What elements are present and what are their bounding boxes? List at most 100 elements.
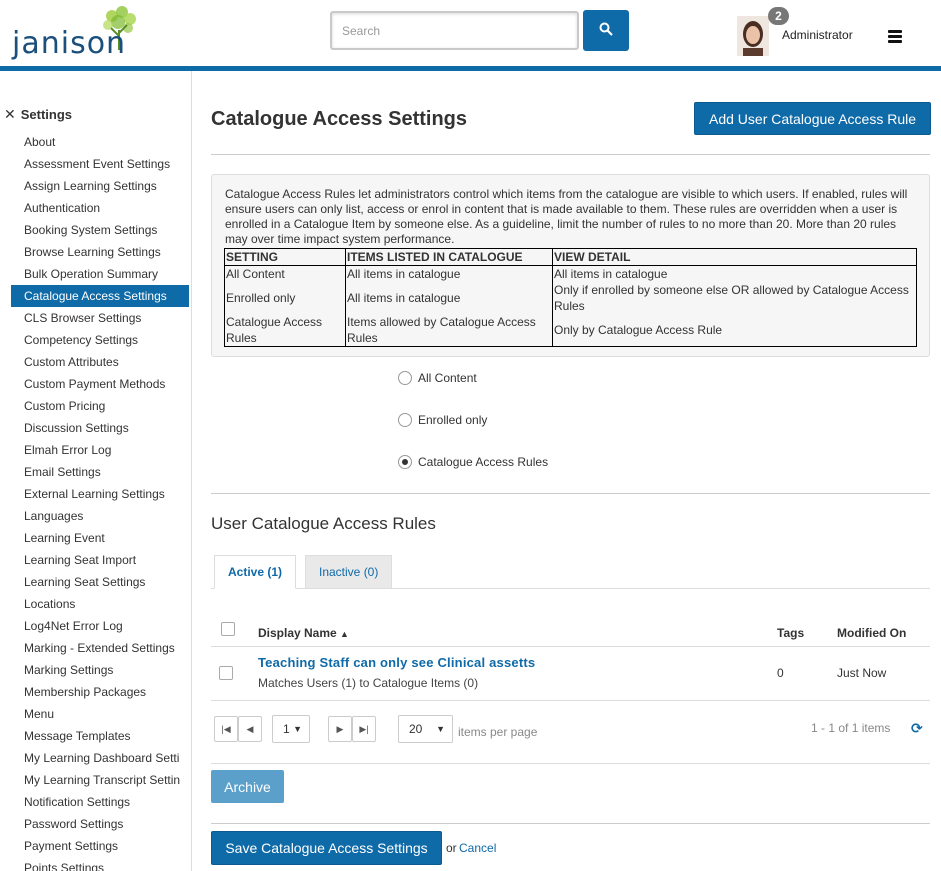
rule-name-link[interactable]: Teaching Staff can only see Clinical ass… [258,655,535,670]
cancel-link[interactable]: Cancel [459,841,496,855]
settings-sidebar: ✕ Settings About Assessment Event Settings… [0,71,192,871]
menu-icon[interactable] [888,30,902,44]
refresh-icon[interactable]: ⟳ [911,720,923,737]
page-size-select[interactable]: 20 ▼ [398,715,453,743]
sidebar-item[interactable]: Assessment Event Settings [0,153,191,175]
footer-divider [211,823,930,824]
sidebar-item[interactable]: My Learning Dashboard Setti [0,747,191,769]
or-text: or [446,841,457,855]
sidebar-item[interactable]: Log4Net Error Log [0,615,191,637]
sidebar-item[interactable]: Custom Payment Methods [0,373,191,395]
sidebar-item[interactable]: Learning Seat Import [0,549,191,571]
items-per-page-label: items per page [458,725,538,739]
add-rule-button[interactable]: Add User Catalogue Access Rule [694,102,931,135]
sidebar-item[interactable]: Locations [0,593,191,615]
first-page-icon[interactable]: |◀ [214,716,238,742]
janison-logo[interactable]: janison [10,6,145,62]
radio-label: Catalogue Access Rules [418,455,549,469]
sidebar-item[interactable]: Bulk Operation Summary [0,263,191,285]
table-cell: All items in catalogue [345,265,553,282]
column-display-name[interactable]: Display Name ▲ [258,626,349,640]
rule-modified: Just Now [837,666,887,680]
sidebar-item[interactable]: Assign Learning Settings [0,175,191,197]
sidebar-item[interactable]: Catalogue Access Settings [11,285,189,307]
search-button[interactable] [583,10,629,51]
page-number: 1 [283,722,290,736]
rules-section-title: User Catalogue Access Rules [211,514,436,533]
chevron-down-icon: ▼ [436,724,445,734]
sidebar-title: ✕ Settings [4,106,72,123]
sidebar-item[interactable]: Languages [0,505,191,527]
save-button[interactable]: Save Catalogue Access Settings [211,831,442,865]
option-enrolled-only[interactable]: Enrolled only [398,413,487,427]
sidebar-item[interactable]: Custom Attributes [0,351,191,373]
radio-button[interactable] [398,413,412,427]
rule-tags: 0 [777,666,784,680]
next-page-icon[interactable]: ▶ [328,716,352,742]
sidebar-item[interactable]: Custom Pricing [0,395,191,417]
table-cell: All Content [224,265,346,282]
sidebar-item[interactable]: Payment Settings [0,835,191,857]
tab-inactive[interactable]: Inactive (0) [305,555,393,589]
user-name[interactable]: Administrator [782,28,853,42]
sidebar-item[interactable]: Learning Seat Settings [0,571,191,593]
sidebar-item[interactable]: Elmah Error Log [0,439,191,461]
sidebar-title-text: Settings [20,107,73,122]
info-panel: Catalogue Access Rules let administrator… [211,174,930,357]
sidebar-item[interactable]: Notification Settings [0,791,191,813]
prev-page-icon[interactable]: ◀ [238,716,262,742]
sidebar-item[interactable]: Browse Learning Settings [0,241,191,263]
table-cell: Enrolled only [224,282,346,314]
sidebar-item[interactable]: Membership Packages [0,681,191,703]
user-avatar[interactable] [737,16,769,56]
option-all-content[interactable]: All Content [398,371,477,385]
table-cell: Only if enrolled by someone else OR allo… [552,282,917,314]
radio-label: All Content [418,371,477,385]
sidebar-item[interactable]: Marking - Extended Settings [0,637,191,659]
sidebar-item[interactable]: CLS Browser Settings [0,307,191,329]
radio-button-selected[interactable] [398,455,412,469]
tools-icon: ✕ [4,106,16,122]
table-cell: Catalogue Access Rules [224,314,346,347]
top-header: janison 2 Administrator [0,0,941,66]
sidebar-item[interactable]: Points Settings [0,857,191,871]
sidebar-item[interactable]: Email Settings [0,461,191,483]
table-row: Teaching Staff can only see Clinical ass… [211,647,930,701]
sidebar-item[interactable]: Discussion Settings [0,417,191,439]
last-page-icon[interactable]: ▶| [352,716,376,742]
title-divider [211,154,930,155]
info-text: Catalogue Access Rules let administrator… [225,187,908,246]
search-input[interactable] [330,11,579,50]
page-select[interactable]: 1 ▼ [272,715,310,743]
row-checkbox[interactable] [219,666,233,680]
sidebar-item[interactable]: My Learning Transcript Settin [0,769,191,791]
chevron-down-icon: ▼ [293,724,302,734]
tab-active[interactable]: Active (1) [214,555,297,589]
sidebar-item[interactable]: Marking Settings [0,659,191,681]
select-all-checkbox[interactable] [221,622,235,636]
table-cell: All items in catalogue [552,265,917,282]
column-modified-on[interactable]: Modified On [837,626,906,640]
archive-button[interactable]: Archive [211,770,284,803]
table-header: SETTING [224,248,346,266]
sidebar-item[interactable]: Learning Event [0,527,191,549]
column-tags[interactable]: Tags [777,626,804,640]
sidebar-item[interactable]: Message Templates [0,725,191,747]
table-header: VIEW DETAIL [552,248,917,266]
sidebar-item[interactable]: Password Settings [0,813,191,835]
page-size-value: 20 [409,722,423,736]
rules-tabs: Active (1) Inactive (0) [211,555,930,589]
option-catalogue-access-rules[interactable]: Catalogue Access Rules [398,455,548,469]
notification-badge[interactable]: 2 [768,7,789,25]
grid-header: Display Name ▲ Tags Modified On [211,617,930,647]
sidebar-item[interactable]: Menu [0,703,191,725]
sidebar-item[interactable]: Authentication [0,197,191,219]
sidebar-item[interactable]: Competency Settings [0,329,191,351]
radio-button[interactable] [398,371,412,385]
rule-subtitle: Matches Users (1) to Catalogue Items (0) [258,676,479,690]
settings-table: SETTING ITEMS LISTED IN CATALOGUE VIEW D… [224,248,917,347]
table-cell: All items in catalogue [345,282,553,314]
sidebar-item[interactable]: About [0,131,191,153]
sidebar-item[interactable]: External Learning Settings [0,483,191,505]
sidebar-item[interactable]: Booking System Settings [0,219,191,241]
